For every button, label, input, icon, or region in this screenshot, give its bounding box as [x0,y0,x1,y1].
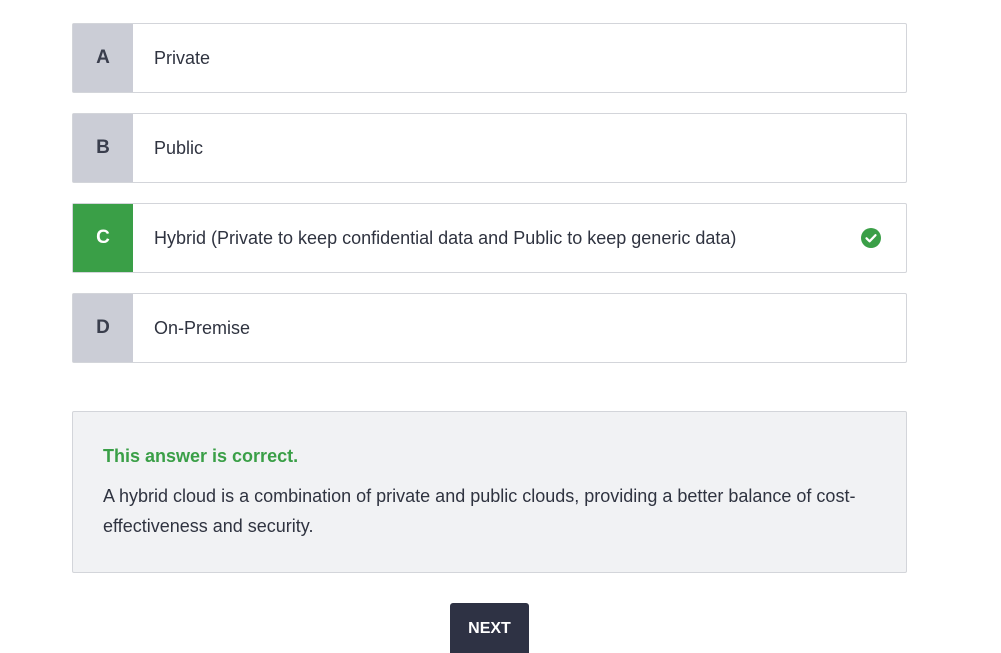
answer-options: A Private B Public C Hybrid (Private to … [72,23,907,383]
next-button[interactable]: NEXT [450,603,529,653]
option-text: Private [154,47,211,68]
answer-option-c[interactable]: C Hybrid (Private to keep confidential d… [72,203,907,273]
option-text: On-Premise [154,317,251,338]
option-text: Public [154,137,204,158]
option-letter: C [73,204,133,272]
option-letter: B [73,114,133,182]
option-text: Hybrid (Private to keep confidential dat… [154,227,737,248]
answer-feedback-panel: This answer is correct. A hybrid cloud i… [72,411,907,573]
answer-option-a[interactable]: A Private [72,23,907,93]
answer-option-d[interactable]: D On-Premise [72,293,907,363]
feedback-explanation: A hybrid cloud is a combination of priva… [103,486,856,536]
option-letter: D [73,294,133,362]
feedback-status: This answer is correct. [103,446,299,466]
answer-option-b[interactable]: B Public [72,113,907,183]
option-letter: A [73,24,133,92]
check-circle-icon [861,228,881,248]
